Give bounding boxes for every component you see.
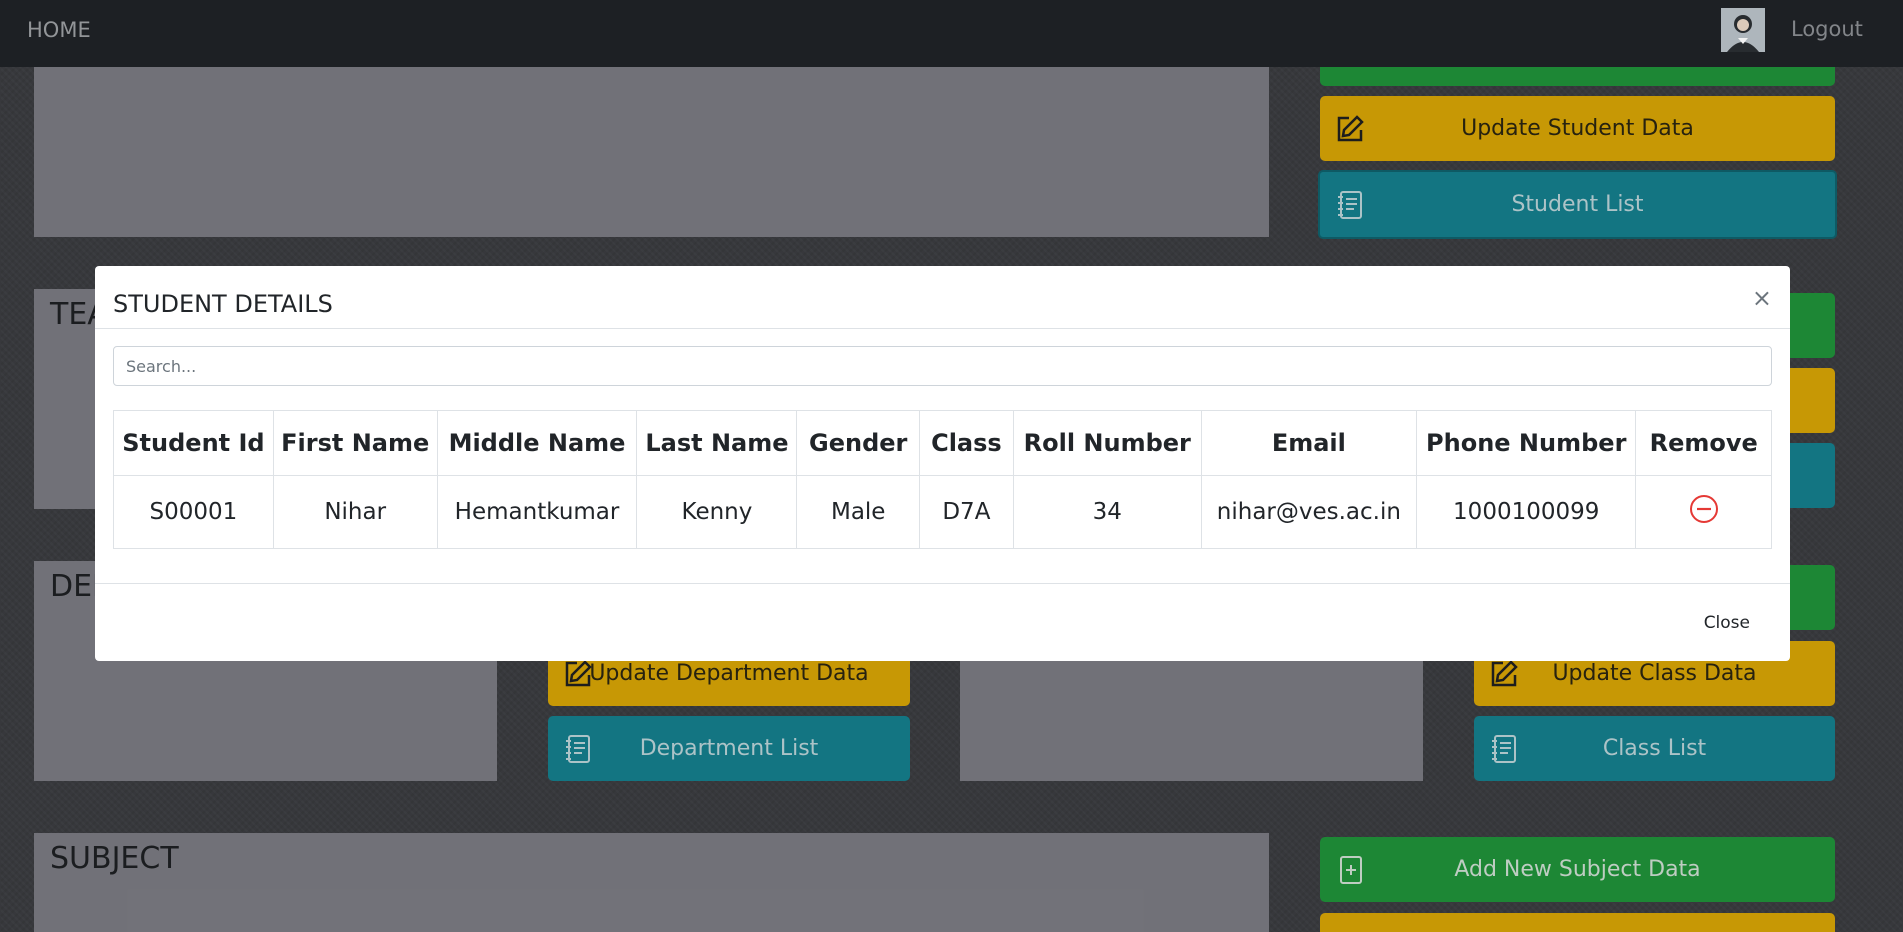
- col-phone-number: Phone Number: [1415, 410, 1637, 476]
- cell-roll-number: 34: [1012, 475, 1202, 549]
- col-email: Email: [1200, 410, 1417, 476]
- modal-footer: Close: [95, 583, 1790, 662]
- cell-phone-number: 1000100099: [1415, 475, 1637, 549]
- col-last-name: Last Name: [636, 410, 798, 476]
- col-gender: Gender: [796, 410, 921, 476]
- col-class: Class: [919, 410, 1014, 476]
- cell-gender: Male: [796, 475, 921, 549]
- col-roll-number: Roll Number: [1012, 410, 1202, 476]
- col-student-id: Student Id: [113, 410, 274, 476]
- search-input[interactable]: [113, 346, 1772, 386]
- col-remove: Remove: [1635, 410, 1772, 476]
- remove-icon[interactable]: [1689, 494, 1719, 530]
- cell-middle-name: Hemantkumar: [436, 475, 638, 549]
- col-first-name: First Name: [272, 410, 438, 476]
- cell-first-name: Nihar: [272, 475, 438, 549]
- cell-student-id: S00001: [113, 475, 274, 549]
- cell-class: D7A: [919, 475, 1014, 549]
- student-table: Student Id First Name Middle Name Last N…: [113, 410, 1772, 549]
- modal-title: STUDENT DETAILS: [113, 290, 333, 318]
- table-header-row: Student Id First Name Middle Name Last N…: [113, 410, 1772, 476]
- close-icon[interactable]: ×: [1752, 284, 1772, 312]
- cell-email: nihar@ves.ac.in: [1200, 475, 1417, 549]
- cell-remove: [1635, 475, 1772, 549]
- table-row: S00001 Nihar Hemantkumar Kenny Male D7A …: [113, 475, 1772, 549]
- cell-last-name: Kenny: [636, 475, 798, 549]
- col-middle-name: Middle Name: [436, 410, 638, 476]
- modal-header: STUDENT DETAILS ×: [95, 266, 1790, 329]
- student-details-modal: STUDENT DETAILS × Student Id First Name …: [95, 266, 1790, 661]
- close-button[interactable]: Close: [1704, 613, 1750, 633]
